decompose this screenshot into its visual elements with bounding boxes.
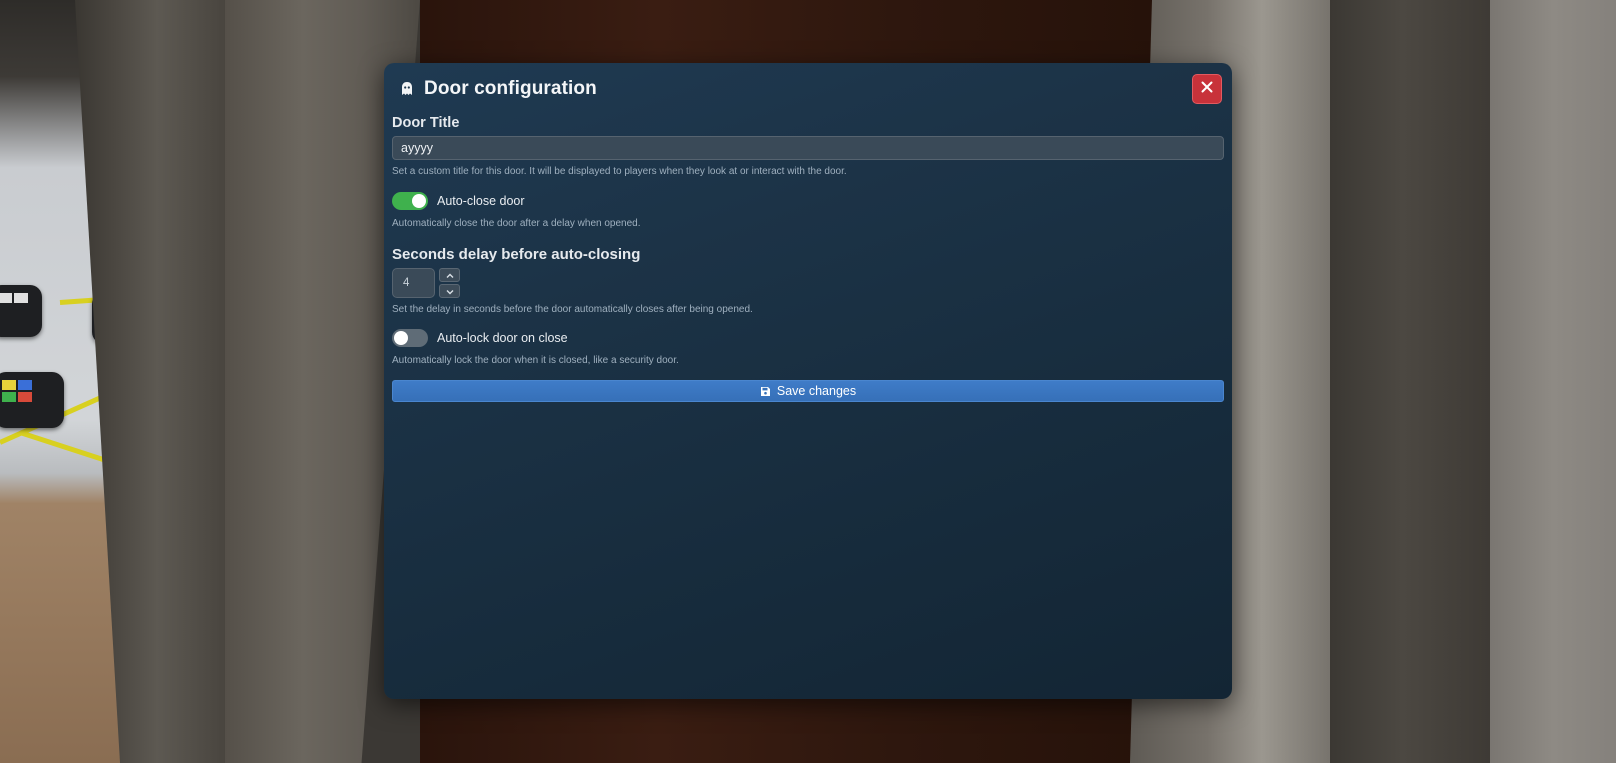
- close-icon: [1201, 80, 1213, 98]
- auto-lock-row: Auto-lock door on close: [392, 329, 1224, 347]
- delay-stepper: [439, 268, 460, 298]
- auto-close-label: Auto-close door: [437, 194, 525, 208]
- delay-help: Set the delay in seconds before the door…: [392, 304, 753, 315]
- auto-lock-toggle[interactable]: [392, 329, 428, 347]
- ghost-icon: [400, 81, 414, 97]
- background-wall-right: [1490, 0, 1616, 763]
- auto-lock-label: Auto-lock door on close: [437, 331, 568, 345]
- dialog-title: Door configuration: [424, 78, 597, 99]
- door-title-input[interactable]: [392, 136, 1224, 160]
- door-frame-right: [1330, 0, 1490, 763]
- increment-button[interactable]: [439, 268, 460, 282]
- door-title-help: Set a custom title for this door. It wil…: [392, 166, 847, 177]
- close-button[interactable]: [1192, 74, 1222, 104]
- dialog-body: Door Title Set a custom title for this d…: [392, 111, 1224, 402]
- dialog-header: Door configuration: [400, 71, 1222, 107]
- chevron-down-icon: [446, 282, 454, 300]
- save-changes-label: Save changes: [776, 384, 857, 398]
- door-title-label: Door Title: [392, 115, 460, 131]
- auto-close-toggle[interactable]: [392, 192, 428, 210]
- delay-input-row: [392, 268, 1224, 298]
- delay-heading: Seconds delay before auto-closing: [392, 246, 641, 263]
- delay-seconds-input[interactable]: [392, 268, 435, 298]
- floor-pad: [0, 372, 64, 428]
- door-configuration-dialog: Door configuration Door Title Set a cust…: [384, 63, 1232, 699]
- floppy-disk-icon: [760, 386, 771, 397]
- floor-pad: [0, 285, 42, 337]
- auto-lock-help: Automatically lock the door when it is c…: [392, 355, 679, 366]
- toggle-knob: [394, 331, 408, 345]
- toggle-knob: [412, 194, 426, 208]
- auto-close-row: Auto-close door: [392, 192, 1224, 210]
- auto-close-help: Automatically close the door after a del…: [392, 218, 641, 229]
- decrement-button[interactable]: [439, 284, 460, 298]
- save-changes-button[interactable]: Save changes: [392, 380, 1224, 402]
- game-viewport: Door configuration Door Title Set a cust…: [0, 0, 1616, 763]
